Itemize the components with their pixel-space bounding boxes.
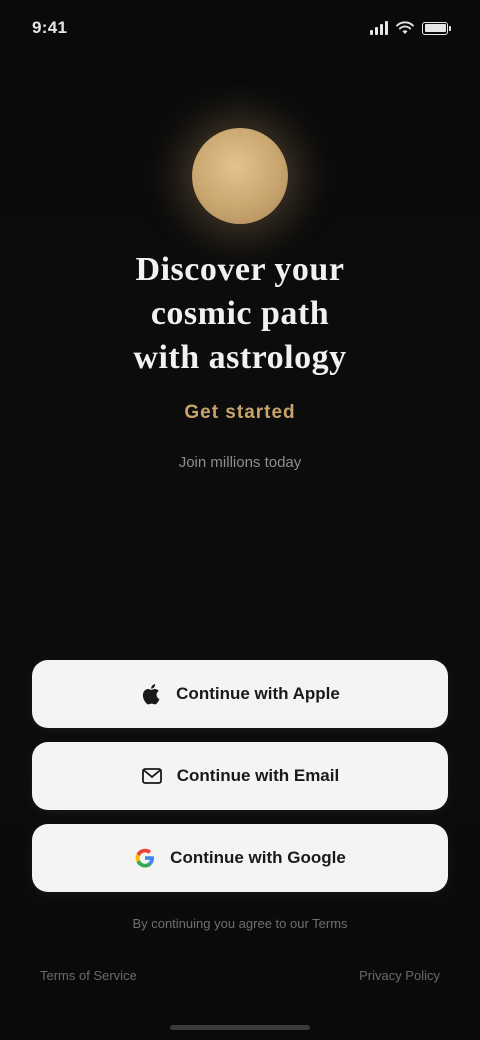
home-indicator[interactable] [170, 1025, 310, 1030]
headline-line: Discover your [135, 251, 345, 288]
tagline: Get started [184, 402, 296, 423]
wifi-icon [396, 21, 414, 34]
mail-icon [141, 765, 163, 787]
headline-line: cosmic path [150, 295, 330, 332]
email-button-label: Continue with Email [176, 766, 340, 785]
google-button-label: Continue with Google [170, 848, 346, 867]
continue-with-email-button[interactable]: Continue with Email [32, 742, 448, 810]
status-icons [370, 21, 451, 35]
apple-icon [140, 683, 162, 705]
continue-with-google-button[interactable]: Continue with Google [32, 824, 448, 892]
cellular-signal-icon [370, 21, 388, 35]
onboarding-screen: 9:41 Discover your cosmic path with astr… [0, 0, 480, 1040]
subtext: Join millions today [178, 454, 302, 471]
auth-buttons: Continue with Apple Continue with Email [32, 660, 448, 892]
footer-links: Terms of Service Privacy Policy [40, 968, 440, 983]
continue-with-apple-button[interactable]: Continue with Apple [32, 660, 448, 728]
status-time: 9:41 [32, 18, 68, 37]
status-bar: 9:41 [0, 0, 480, 56]
moon-icon [192, 128, 288, 224]
apple-button-label: Continue with Apple [176, 684, 340, 703]
headline-line: with astrology [133, 339, 347, 376]
terms-of-service-link[interactable]: Terms of Service [40, 968, 137, 983]
hero-logo [0, 128, 480, 224]
battery-icon [422, 21, 451, 35]
battery-level [424, 24, 446, 32]
privacy-policy-link[interactable]: Privacy Policy [359, 968, 440, 983]
google-icon [134, 847, 156, 869]
terms-text: By continuing you agree to our Terms [132, 916, 348, 931]
headline: Discover your cosmic path with astrology [60, 248, 420, 380]
